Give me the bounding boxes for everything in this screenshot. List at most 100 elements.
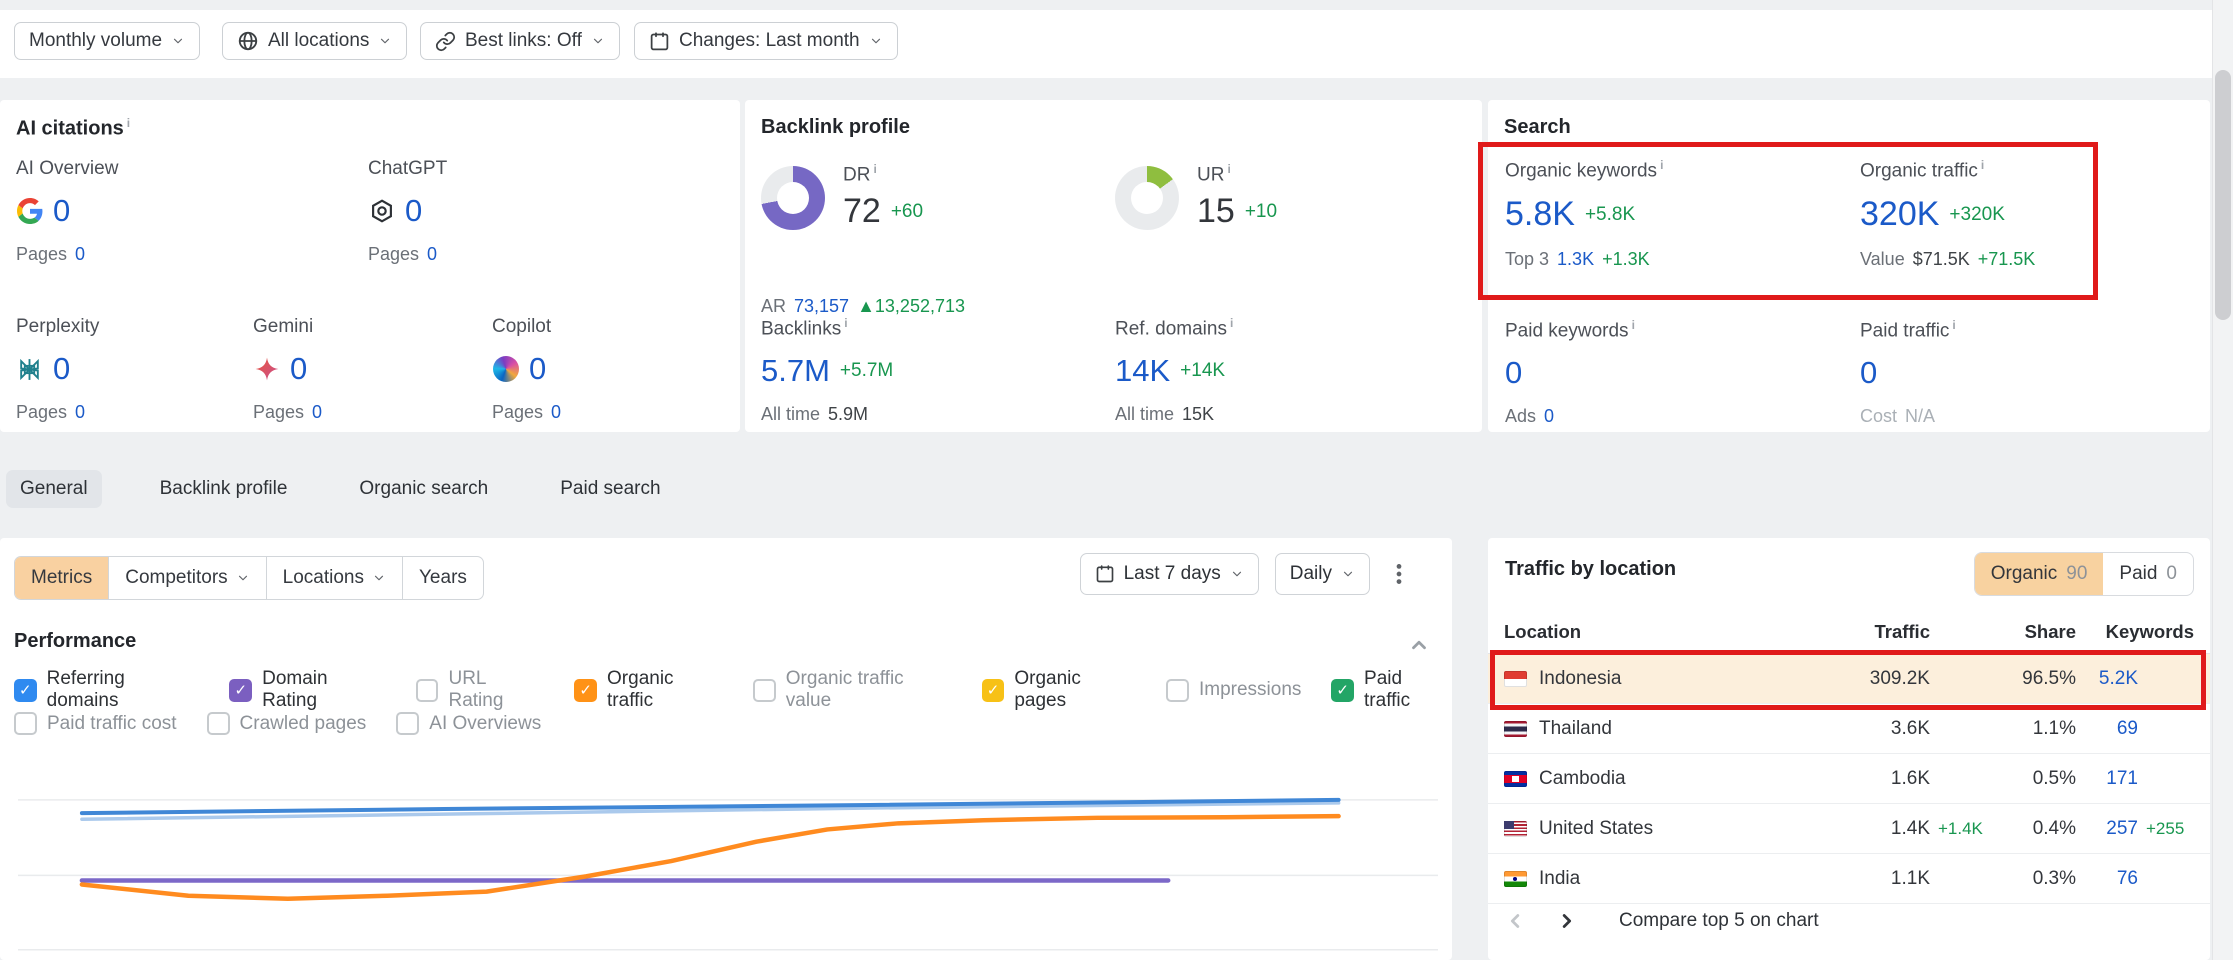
checkbox-box[interactable]: ✓ [14,679,37,702]
scrollbar-thumb[interactable] [2215,70,2231,320]
ai-overview-pages-link[interactable]: 0 [75,244,85,265]
granularity-dropdown[interactable]: Daily [1275,553,1370,595]
info-icon[interactable]: i [1230,316,1233,330]
checkbox-box[interactable] [1166,679,1189,702]
chatgpt-value[interactable]: 0 [405,193,422,229]
monthly-volume-dropdown[interactable]: Monthly volume [14,22,200,60]
keywords-link[interactable]: 69 [2076,718,2138,740]
checkbox-impressions[interactable]: Impressions [1166,679,1301,702]
compare-top5-link[interactable]: Compare top 5 on chart [1619,910,1819,932]
tab-organic-search[interactable]: Organic search [345,470,502,508]
info-icon[interactable]: i [844,316,847,330]
copilot-pages-link[interactable]: 0 [551,402,561,423]
vertical-scrollbar[interactable] [2212,0,2233,960]
chatgpt-pages-link[interactable]: 0 [427,244,437,265]
top3-link[interactable]: 1.3K [1557,249,1594,270]
perplexity-logo-icon [16,356,43,383]
info-icon[interactable]: i [1981,158,1984,172]
checkbox-paid-traffic[interactable]: ✓Paid traffic [1331,668,1452,712]
segment-locations[interactable]: Locations [267,557,403,599]
keywords-link[interactable]: 257 [2076,818,2138,840]
india-flag-icon [1504,871,1527,887]
segment-metrics[interactable]: Metrics [15,557,109,599]
info-icon[interactable]: i [1632,318,1635,332]
paid-keywords-value[interactable]: 0 [1505,355,1522,391]
info-icon[interactable]: i [127,116,130,130]
dr-donut-chart [761,166,825,230]
checkbox-url-rating[interactable]: URL Rating [416,668,545,712]
chevron-down-icon [869,34,883,48]
table-row-thailand[interactable]: Thailand 3.6K 1.1% 69 [1488,704,2210,754]
gemini-stat: Gemini 0 Pages0 [253,316,322,423]
info-icon[interactable]: i [1227,162,1230,176]
checkbox-box[interactable]: ✓ [1331,679,1354,702]
table-row-united-states[interactable]: United States 1.4K +1.4K 0.4% 257 +255 [1488,804,2210,854]
chevron-right-icon[interactable] [1555,910,1577,932]
tab-backlink-profile[interactable]: Backlink profile [146,470,302,508]
backlinks-value[interactable]: 5.7M [761,353,830,389]
checkbox-organic-pages[interactable]: ✓Organic pages [982,668,1136,712]
checkbox-box[interactable] [416,679,439,702]
checkbox-box[interactable]: ✓ [574,679,597,702]
checkbox-domain-rating[interactable]: ✓Domain Rating [229,668,385,712]
tab-general[interactable]: General [6,470,102,508]
chevron-left-icon[interactable] [1505,910,1527,932]
info-icon[interactable]: i [1660,158,1663,172]
checkbox-box[interactable]: ✓ [229,679,252,702]
date-range-label: Last 7 days [1124,563,1221,585]
segment-years[interactable]: Years [403,557,483,599]
performance-chart[interactable] [18,756,1438,960]
perplexity-pages-link[interactable]: 0 [75,402,85,423]
ads-link[interactable]: 0 [1544,406,1554,427]
indonesia-flag-icon [1504,671,1527,687]
checkbox-box[interactable] [753,679,776,702]
changes-dropdown[interactable]: Changes: Last month [634,22,898,60]
gemini-pages-link[interactable]: 0 [312,402,322,423]
checkbox-box[interactable] [14,712,37,735]
backlinks-stat: Backlinksi 5.7M+5.7M All time5.9M [761,316,893,425]
toggle-organic[interactable]: Organic90 [1975,553,2104,595]
organic-keywords-value[interactable]: 5.8K [1505,195,1575,234]
gemini-value[interactable]: 0 [290,351,307,387]
ar-value-link[interactable]: 73,157 [794,296,849,317]
perplexity-value[interactable]: 0 [53,351,70,387]
organic-traffic-value[interactable]: 320K [1860,195,1939,234]
locations-dropdown[interactable]: All locations [222,22,407,60]
changes-label: Changes: Last month [679,30,860,52]
organic-paid-toggle: Organic90 Paid0 [1974,552,2194,596]
info-icon[interactable]: i [873,162,876,176]
checkbox-crawled-pages[interactable]: Crawled pages [207,712,367,735]
keywords-link[interactable]: 171 [2076,768,2138,790]
ref-domains-value[interactable]: 14K [1115,353,1170,389]
table-row-indonesia[interactable]: Indonesia 309.2K 96.5% 5.2K [1488,654,2210,704]
checkbox-box[interactable] [207,712,230,735]
toggle-paid[interactable]: Paid0 [2103,553,2193,595]
backlink-profile-title: Backlink profile [761,116,910,139]
checkbox-box[interactable]: ✓ [982,679,1005,702]
checkbox-referring-domains[interactable]: ✓Referring domains [14,668,199,712]
paid-traffic-stat: Paid traffici 0 CostN/A [1860,318,1956,427]
dr-value: 72 [843,192,881,231]
date-range-dropdown[interactable]: Last 7 days [1080,553,1259,595]
segment-competitors[interactable]: Competitors [109,557,266,599]
copilot-value[interactable]: 0 [529,351,546,387]
chevron-down-icon [236,571,250,585]
kebab-menu-icon[interactable] [1386,561,1412,587]
ur-stat: URi 15+10 [1197,162,1277,246]
table-row-cambodia[interactable]: Cambodia 1.6K 0.5% 171 [1488,754,2210,804]
table-row-india[interactable]: India 1.1K 0.3% 76 [1488,854,2210,904]
checkbox-paid-traffic-cost[interactable]: Paid traffic cost [14,712,177,735]
ai-overview-value[interactable]: 0 [53,193,70,229]
gemini-logo-icon [253,356,280,383]
info-icon[interactable]: i [1952,318,1955,332]
checkbox-ai-overviews[interactable]: AI Overviews [396,712,541,735]
tab-paid-search[interactable]: Paid search [546,470,674,508]
paid-traffic-value[interactable]: 0 [1860,355,1877,391]
keywords-link[interactable]: 5.2K [2076,668,2138,690]
checkbox-box[interactable] [396,712,419,735]
collapse-chevron-up-icon[interactable] [1408,634,1430,656]
checkbox-organic-traffic[interactable]: ✓Organic traffic [574,668,723,712]
checkbox-organic-traffic-value[interactable]: Organic traffic value [753,668,952,712]
keywords-link[interactable]: 76 [2076,868,2138,890]
best-links-dropdown[interactable]: Best links: Off [420,22,620,60]
